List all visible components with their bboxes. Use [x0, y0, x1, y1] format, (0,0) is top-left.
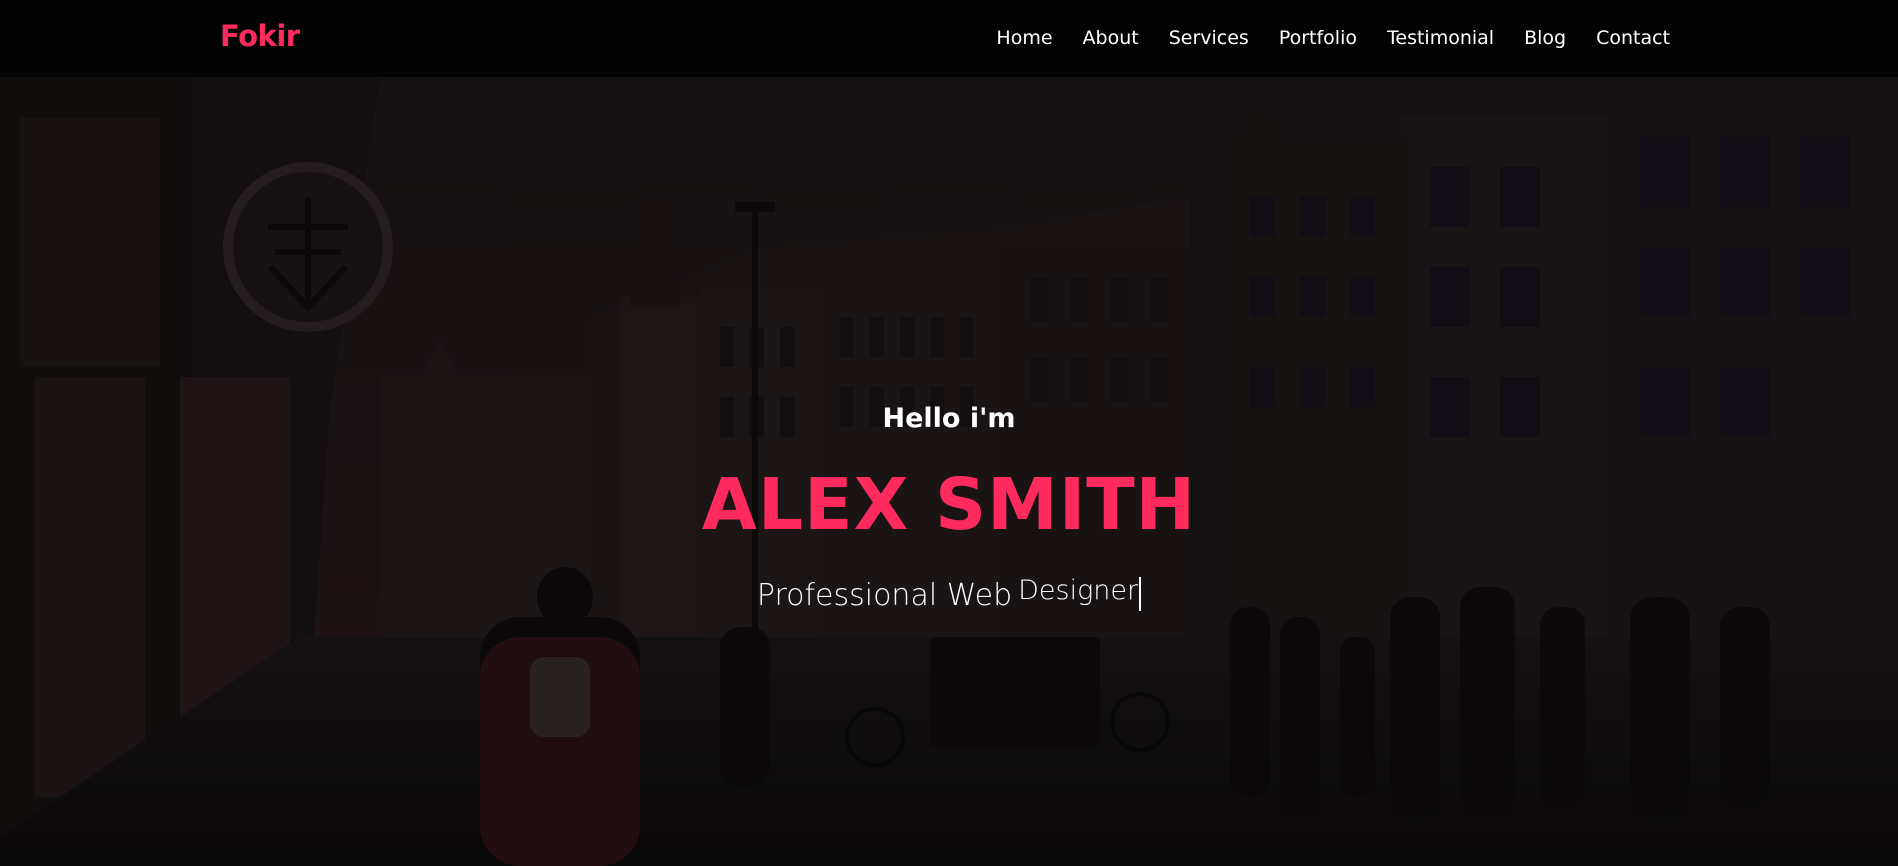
site-logo[interactable]: Fokir — [220, 17, 300, 55]
nav-item-portfolio: Portfolio — [1279, 24, 1357, 52]
hero-content: Hello i'm ALEX SMITH Professional Web Des… — [0, 77, 1898, 866]
nav-link-contact[interactable]: Contact — [1596, 27, 1670, 49]
nav-item-services: Services — [1169, 24, 1249, 52]
nav-link-portfolio[interactable]: Portfolio — [1279, 27, 1357, 49]
nav-item-testimonial: Testimonial — [1387, 24, 1494, 52]
hero-name: ALEX SMITH — [701, 463, 1197, 546]
nav-item-home: Home — [996, 24, 1052, 52]
profession-prefix: Professional Web — [756, 578, 1013, 613]
nav-item-blog: Blog — [1524, 24, 1566, 52]
typed-profession: Designer — [1018, 575, 1139, 606]
nav-link-about[interactable]: About — [1083, 27, 1139, 49]
nav-item-about: About — [1083, 24, 1139, 52]
nav-item-contact: Contact — [1596, 24, 1670, 52]
typing-cursor — [1139, 577, 1142, 611]
hero-greeting: Hello i'm — [882, 403, 1016, 434]
nav-link-blog[interactable]: Blog — [1524, 27, 1566, 49]
hero-profession: Professional Web Designer — [0, 575, 1898, 613]
nav-link-testimonial[interactable]: Testimonial — [1387, 27, 1494, 49]
nav-menu: Home About Services Portfolio Testimonia… — [996, 24, 1670, 52]
nav-link-home[interactable]: Home — [996, 27, 1052, 49]
hero-section: Hello i'm ALEX SMITH Professional Web Des… — [0, 77, 1898, 866]
navbar: Fokir Home About Services Portfolio Test… — [0, 0, 1898, 77]
nav-link-services[interactable]: Services — [1169, 27, 1249, 49]
